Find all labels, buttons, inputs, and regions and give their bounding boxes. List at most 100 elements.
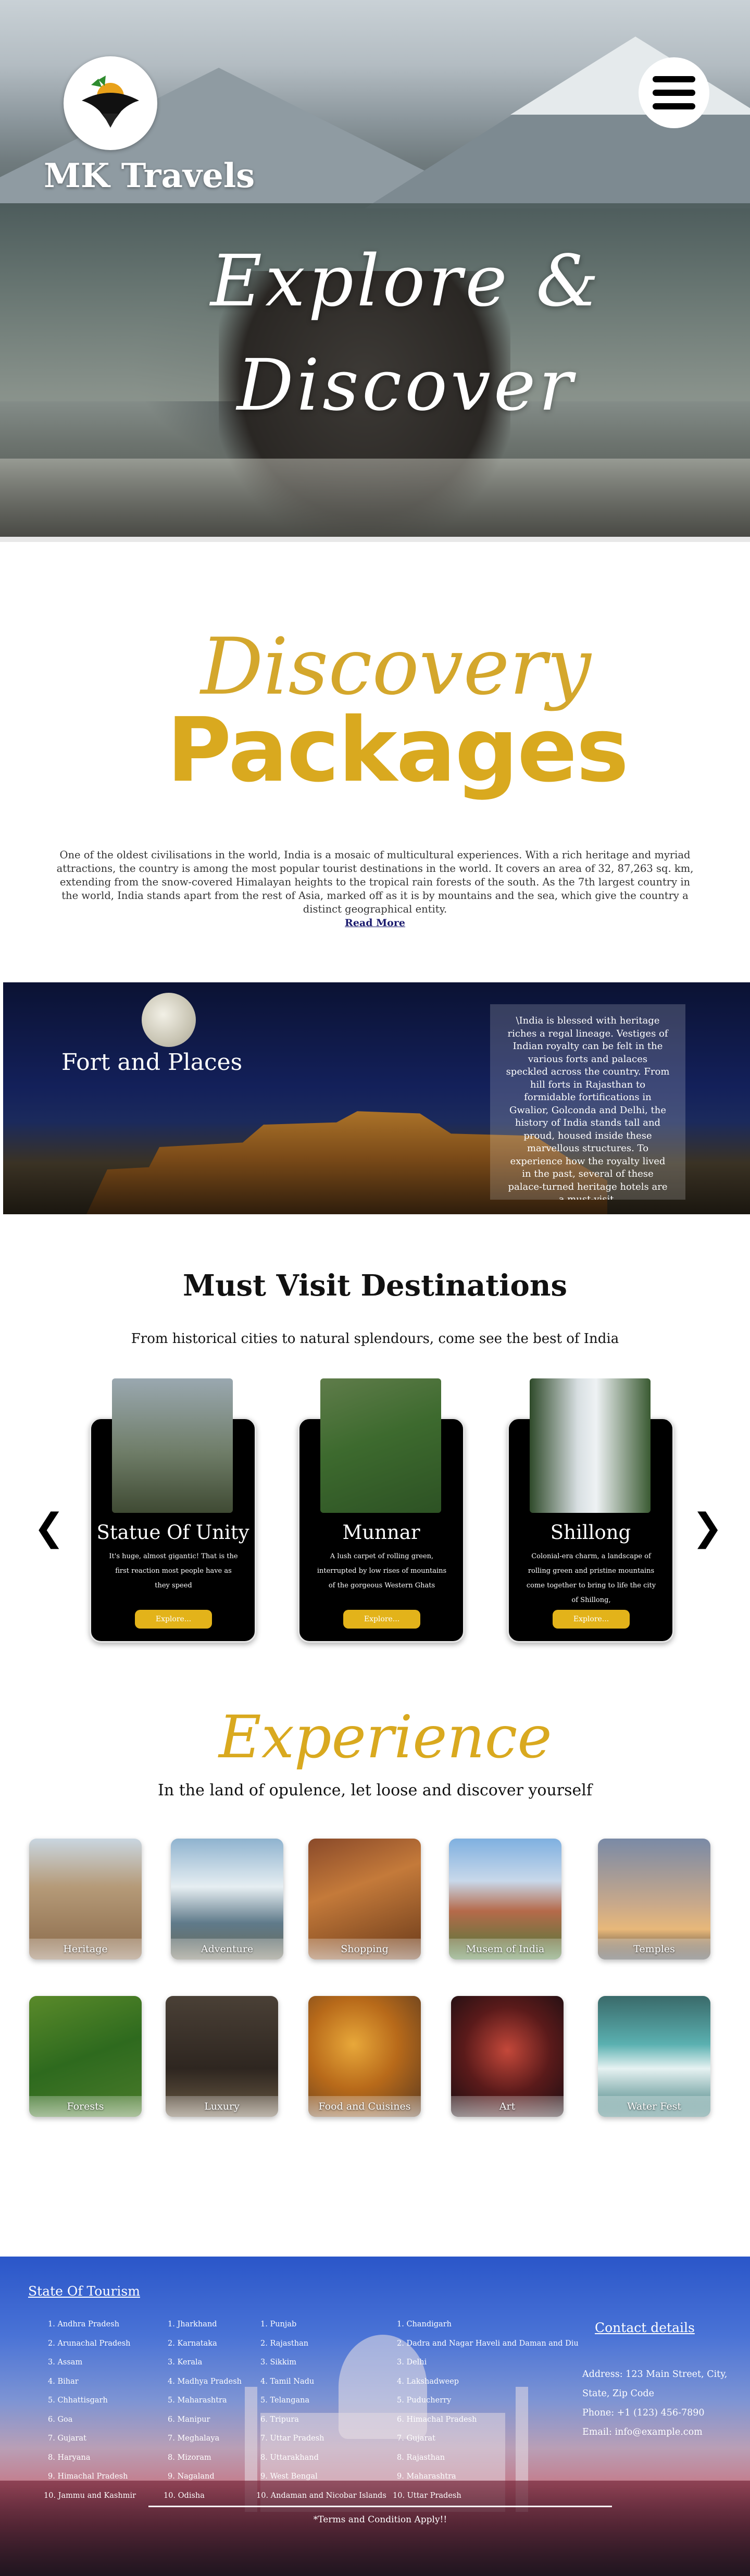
state-link[interactable]: 3. Sikkim xyxy=(260,2353,386,2372)
experience-tile-adventure[interactable]: Adventure xyxy=(171,1839,283,1959)
experience-tile-water-fest[interactable]: Water Fest xyxy=(598,1996,710,2117)
state-link[interactable]: 7. Meghalaya xyxy=(168,2429,242,2448)
state-link[interactable]: 7. Uttar Pradesh xyxy=(260,2429,386,2448)
state-link[interactable]: 8. Uttarakhand xyxy=(260,2448,386,2468)
state-link[interactable]: 2. Rajasthan xyxy=(260,2334,386,2353)
experience-tile-forests[interactable]: Forests xyxy=(29,1996,142,2117)
carousel-next-arrow-icon[interactable]: ❯ xyxy=(692,1506,723,1548)
state-link[interactable]: 9. West Bengal xyxy=(260,2467,386,2486)
menu-bar-icon xyxy=(653,90,695,96)
state-link[interactable]: 10. Odisha xyxy=(164,2486,242,2506)
destination-name: Statue Of Unity xyxy=(96,1521,249,1544)
tile-label: Shopping xyxy=(308,1939,421,1959)
tile-label: Heritage xyxy=(29,1939,142,1959)
state-link[interactable]: 1. Punjab xyxy=(260,2315,386,2334)
destination-description: A lush carpet of rolling green, interrup… xyxy=(317,1552,447,1589)
state-link[interactable]: 9. Maharashtra xyxy=(397,2467,579,2486)
state-link[interactable]: 8. Haryana xyxy=(48,2448,136,2468)
tile-label: Musem of India xyxy=(449,1939,561,1959)
state-link[interactable]: 10. Andaman and Nicobar Islands xyxy=(256,2486,386,2506)
contact-phone: Phone: +1 (123) 456-7890 xyxy=(582,2408,705,2418)
destination-card: Shillong Colonial-era charm, a landscape… xyxy=(507,1378,674,1643)
state-link[interactable]: 3. Assam xyxy=(48,2353,136,2372)
experience-tile-food[interactable]: Food and Cuisines xyxy=(308,1996,421,2117)
state-link[interactable]: 4. Tamil Nadu xyxy=(260,2372,386,2392)
state-link[interactable]: 3. Delhi xyxy=(397,2353,579,2372)
menu-bar-icon xyxy=(653,103,695,109)
state-link[interactable]: 6. Himachal Pradesh xyxy=(397,2410,579,2430)
state-link[interactable]: 1. Chandigarh xyxy=(397,2315,579,2334)
state-link[interactable]: 2. Karnataka xyxy=(168,2334,242,2353)
experience-tile-heritage[interactable]: Heritage xyxy=(29,1839,142,1959)
state-link[interactable]: 10. Jammu and Kashmir xyxy=(44,2486,136,2506)
terms-link[interactable]: *Terms and Condition Apply!! xyxy=(271,2515,490,2525)
moon-image xyxy=(142,993,196,1047)
state-link[interactable]: 4. Bihar xyxy=(48,2372,136,2392)
experience-tile-temples[interactable]: Temples xyxy=(598,1839,710,1959)
contact-address: Address: 123 Main Street, City, State, Z… xyxy=(582,2369,728,2399)
states-list-col2: 1. Jharkhand 2. Karnataka 3. Kerala 4. M… xyxy=(164,2315,242,2505)
destinations-subtitle: From historical cities to natural splend… xyxy=(131,1331,619,1347)
destination-name: Munnar xyxy=(342,1521,420,1544)
discovery-script-heading: Discovery xyxy=(201,622,591,712)
experience-tile-shopping[interactable]: Shopping xyxy=(308,1839,421,1959)
state-link[interactable]: 6. Goa xyxy=(48,2410,136,2430)
tile-label: Adventure xyxy=(171,1939,283,1959)
state-link[interactable]: 8. Rajasthan xyxy=(397,2448,579,2468)
destinations-title: Must Visit Destinations xyxy=(182,1268,568,1303)
footer-divider xyxy=(148,2506,612,2507)
state-link[interactable]: 6. Tripura xyxy=(260,2410,386,2430)
state-link[interactable]: 5. Puducherry xyxy=(397,2391,579,2410)
state-link[interactable]: 5. Maharashtra xyxy=(168,2391,242,2410)
hamburger-menu-button[interactable] xyxy=(639,57,709,128)
hero-snow-peak xyxy=(510,36,750,115)
destination-name: Shillong xyxy=(550,1521,631,1544)
experience-tile-art[interactable]: Art xyxy=(451,1996,564,2117)
contact-details-heading[interactable]: Contact details xyxy=(595,2320,695,2335)
tile-label: Food and Cuisines xyxy=(308,2096,421,2117)
destination-description: It's huge, almost gigantic! That is the … xyxy=(109,1552,238,1589)
state-link[interactable]: 4. Lakshadweep xyxy=(397,2372,579,2392)
state-link[interactable]: 10. Uttar Pradesh xyxy=(393,2486,579,2506)
state-link[interactable]: 2. Dadra and Nagar Haveli and Daman and … xyxy=(397,2334,579,2353)
state-link[interactable]: 8. Mizoram xyxy=(168,2448,242,2468)
state-link[interactable]: 1. Jharkhand xyxy=(168,2315,242,2334)
state-link[interactable]: 2. Arunachal Pradesh xyxy=(48,2334,136,2353)
contact-email[interactable]: Email: info@example.com xyxy=(582,2423,749,2442)
state-link[interactable]: 7. Gujarat xyxy=(397,2429,579,2448)
hero-divider xyxy=(0,537,750,542)
states-list-col3: 1. Punjab 2. Rajasthan 3. Sikkim 4. Tami… xyxy=(256,2315,386,2505)
state-link[interactable]: 9. Himachal Pradesh xyxy=(48,2467,136,2486)
tile-label: Forests xyxy=(29,2096,142,2117)
state-link[interactable]: 3. Kerala xyxy=(168,2353,242,2372)
state-link[interactable]: 6. Manipur xyxy=(168,2410,242,2430)
fort-title: Fort and Places xyxy=(61,1049,243,1076)
brand-logo[interactable] xyxy=(64,56,157,150)
fort-banner: Fort and Places \India is blessed with h… xyxy=(3,982,750,1214)
destination-description: Colonial-era charm, a landscape of rolli… xyxy=(526,1552,656,1604)
experience-tile-luxury[interactable]: Luxury xyxy=(166,1996,278,2117)
tile-label: Temples xyxy=(598,1939,710,1959)
experience-tile-museum[interactable]: Musem of India xyxy=(449,1839,561,1959)
state-link[interactable]: 5. Chhattisgarh xyxy=(48,2391,136,2410)
state-link[interactable]: 1. Andhra Pradesh xyxy=(48,2315,136,2334)
state-of-tourism-heading[interactable]: State Of Tourism xyxy=(28,2284,140,2299)
experience-subtitle: In the land of opulence, let loose and d… xyxy=(158,1781,592,1799)
read-more-link[interactable]: Read More xyxy=(323,917,427,929)
experience-heading: Experience xyxy=(219,1704,552,1771)
state-link[interactable]: 7. Gujarat xyxy=(48,2429,136,2448)
menu-bar-icon xyxy=(653,76,695,82)
state-link[interactable]: 9. Nagaland xyxy=(168,2467,242,2486)
tile-label: Art xyxy=(451,2096,564,2117)
explore-button[interactable]: Explore... xyxy=(343,1610,420,1629)
hero-boat xyxy=(0,459,750,542)
carousel-prev-arrow-icon[interactable]: ❮ xyxy=(33,1506,65,1548)
states-list-col4: 1. Chandigarh 2. Dadra and Nagar Haveli … xyxy=(393,2315,579,2505)
states-list-col1: 1. Andhra Pradesh 2. Arunachal Pradesh 3… xyxy=(44,2315,136,2505)
shillong-waterfall-image xyxy=(530,1378,651,1513)
state-link[interactable]: 4. Madhya Pradesh xyxy=(168,2372,242,2392)
explore-button[interactable]: Explore... xyxy=(135,1610,212,1629)
explore-button[interactable]: Explore... xyxy=(553,1610,630,1629)
hero-title-line2: Discover xyxy=(236,344,576,427)
state-link[interactable]: 5. Telangana xyxy=(260,2391,386,2410)
